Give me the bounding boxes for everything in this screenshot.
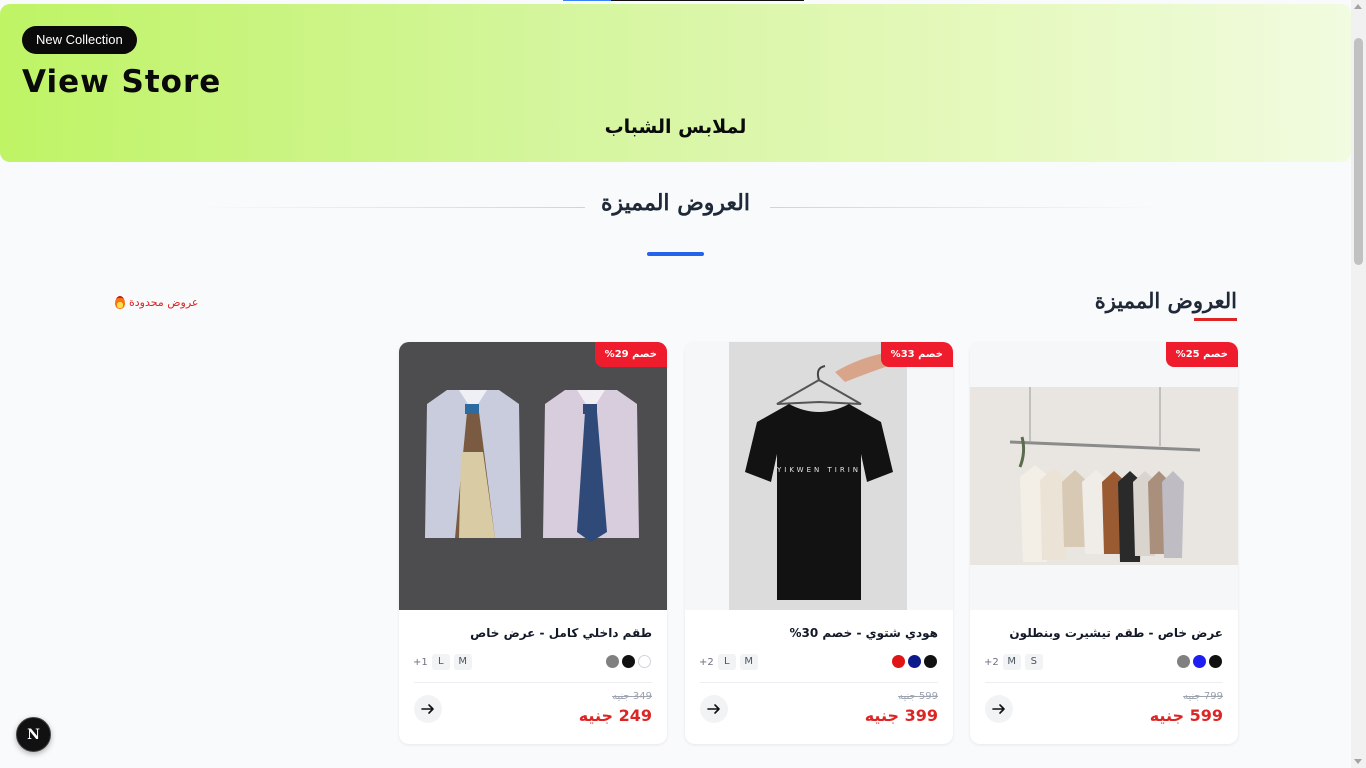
color-swatch[interactable] [606, 655, 619, 668]
color-swatch[interactable] [638, 655, 651, 668]
arrow-right-icon [421, 704, 434, 714]
card-divider [985, 682, 1223, 683]
sale-price: 399 جنيه [864, 706, 938, 725]
color-options [606, 655, 651, 668]
product-title[interactable]: هودي شتوي - خصم 30% [789, 626, 938, 640]
arrow-right-icon [992, 704, 1005, 714]
size-chip[interactable]: M [453, 654, 472, 670]
color-swatch[interactable] [1177, 655, 1190, 668]
product-card[interactable]: خصم 25% عرض خاص - طقم تيشيرت وبنطلون +2 … [970, 342, 1238, 744]
dev-tools-button[interactable]: N [16, 717, 51, 752]
color-swatch[interactable] [924, 655, 937, 668]
size-options: +2 L M [699, 654, 758, 670]
product-image[interactable]: خصم 25% [970, 342, 1238, 610]
discount-badge: خصم 29% [594, 342, 667, 367]
top-strip [563, 0, 804, 1]
size-chip[interactable]: M [1002, 654, 1021, 670]
card-divider [700, 682, 938, 683]
featured-subheading: العروض المميزة [1094, 288, 1237, 313]
subheading-underline [1194, 318, 1237, 321]
scroll-down-arrow-icon[interactable] [1354, 759, 1362, 764]
card-divider [414, 682, 652, 683]
more-sizes: +1 [413, 656, 428, 668]
old-price: 599 جنيه [898, 691, 938, 702]
tshirt-print: YIKWEN TIRIN [776, 466, 861, 474]
color-swatch[interactable] [908, 655, 921, 668]
product-card[interactable]: YIKWEN TIRIN خصم 33% هودي شتوي - خصم 30%… [685, 342, 953, 744]
sale-price: 599 جنيه [1149, 706, 1223, 725]
discount-badge: خصم 25% [1165, 342, 1238, 367]
sale-price: 249 جنيه [578, 706, 652, 725]
product-image[interactable]: YIKWEN TIRIN خصم 33% [685, 342, 953, 610]
section-accent-bar [647, 252, 704, 256]
fire-icon [115, 296, 125, 309]
black-tshirt-image: YIKWEN TIRIN [685, 342, 953, 610]
product-title[interactable]: عرض خاص - طقم تيشيرت وبنطلون [1009, 626, 1223, 640]
product-title[interactable]: طقم داخلي كامل - عرض خاص [470, 626, 652, 640]
old-price: 349 جنيه [612, 691, 652, 702]
color-options [892, 655, 937, 668]
size-options: +1 L M [413, 654, 472, 670]
discount-badge: خصم 33% [880, 342, 953, 367]
color-swatch[interactable] [622, 655, 635, 668]
color-swatch[interactable] [1193, 655, 1206, 668]
size-chip[interactable]: L [717, 654, 736, 670]
product-image[interactable]: خصم 29% [399, 342, 667, 610]
hero-banner: New Collection View Store لملابس الشباب [0, 4, 1351, 162]
scroll-up-arrow-icon[interactable] [1354, 4, 1362, 9]
old-price: 799 جنيه [1183, 691, 1223, 702]
size-options: +2 M S [984, 654, 1043, 670]
scroll-thumb[interactable] [1354, 38, 1363, 265]
hero-title: View Store [22, 64, 222, 100]
more-sizes: +2 [699, 656, 714, 668]
arrow-right-icon [707, 704, 720, 714]
limited-offers-label: عروض محدودة [115, 296, 198, 309]
dress-shirts-image [399, 342, 667, 610]
size-chip[interactable]: S [1024, 654, 1043, 670]
view-product-button[interactable] [985, 695, 1013, 723]
clothes-rack-image [970, 342, 1238, 610]
color-swatch[interactable] [1209, 655, 1222, 668]
section-title: العروض المميزة [600, 190, 750, 216]
hero-subtitle: لملابس الشباب [604, 116, 747, 138]
color-swatch[interactable] [892, 655, 905, 668]
view-product-button[interactable] [700, 695, 728, 723]
product-card[interactable]: خصم 29% طقم داخلي كامل - عرض خاص +1 L M … [399, 342, 667, 744]
new-collection-badge[interactable]: New Collection [22, 26, 137, 54]
view-product-button[interactable] [414, 695, 442, 723]
section-divider-right [770, 207, 1160, 208]
more-sizes: +2 [984, 656, 999, 668]
limited-offers-text: عروض محدودة [129, 296, 199, 309]
size-chip[interactable]: L [431, 654, 450, 670]
color-options [1177, 655, 1222, 668]
size-chip[interactable]: M [739, 654, 758, 670]
page-scrollbar[interactable] [1351, 0, 1366, 768]
